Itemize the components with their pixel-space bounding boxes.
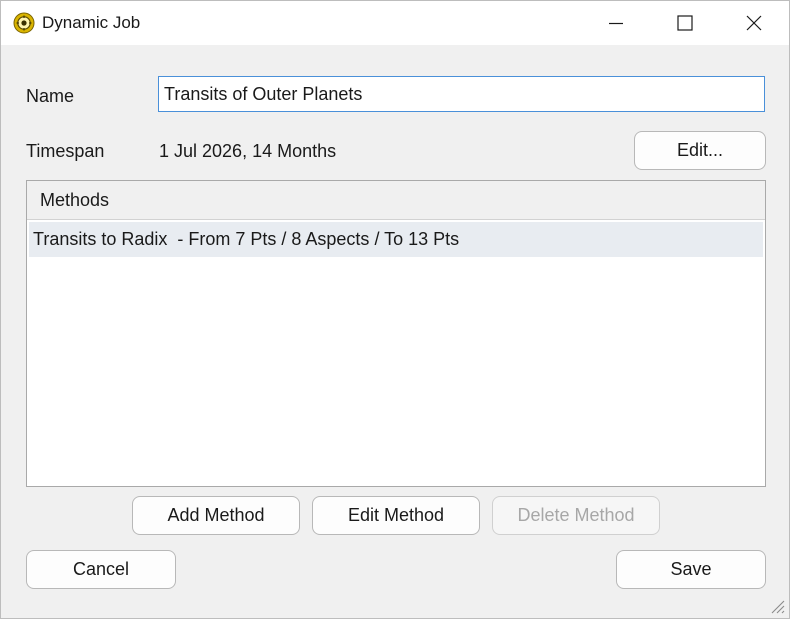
name-input[interactable] <box>158 76 765 112</box>
timespan-value: 1 Jul 2026, 14 Months <box>159 141 337 161</box>
app-sun-icon <box>13 12 35 34</box>
close-button[interactable] <box>719 1 789 45</box>
maximize-button[interactable] <box>650 1 720 45</box>
title-bar: Dynamic Job <box>1 1 789 45</box>
edit-method-button[interactable]: Edit Method <box>312 496 480 535</box>
resize-grip-icon[interactable] <box>767 596 785 614</box>
minimize-icon <box>609 22 623 25</box>
maximize-icon <box>677 15 693 31</box>
minimize-button[interactable] <box>581 1 651 45</box>
methods-list[interactable]: Methods Transits to Radix - From 7 Pts /… <box>26 180 766 487</box>
cancel-button[interactable]: Cancel <box>26 550 176 589</box>
save-button[interactable]: Save <box>616 550 766 589</box>
dynamic-job-dialog: Dynamic Job Name Timespan 1 Jul 2026, 14… <box>0 0 790 619</box>
add-method-button[interactable]: Add Method <box>132 496 300 535</box>
window-title: Dynamic Job <box>42 13 141 32</box>
edit-timespan-button[interactable]: Edit... <box>634 131 766 170</box>
timespan-label: Timespan <box>26 141 105 161</box>
name-label: Name <box>26 86 75 106</box>
list-item[interactable]: Transits to Radix - From 7 Pts / 8 Aspec… <box>29 222 763 257</box>
methods-column-header[interactable]: Methods <box>27 181 765 220</box>
delete-method-button: Delete Method <box>492 496 660 535</box>
close-icon <box>746 15 762 31</box>
